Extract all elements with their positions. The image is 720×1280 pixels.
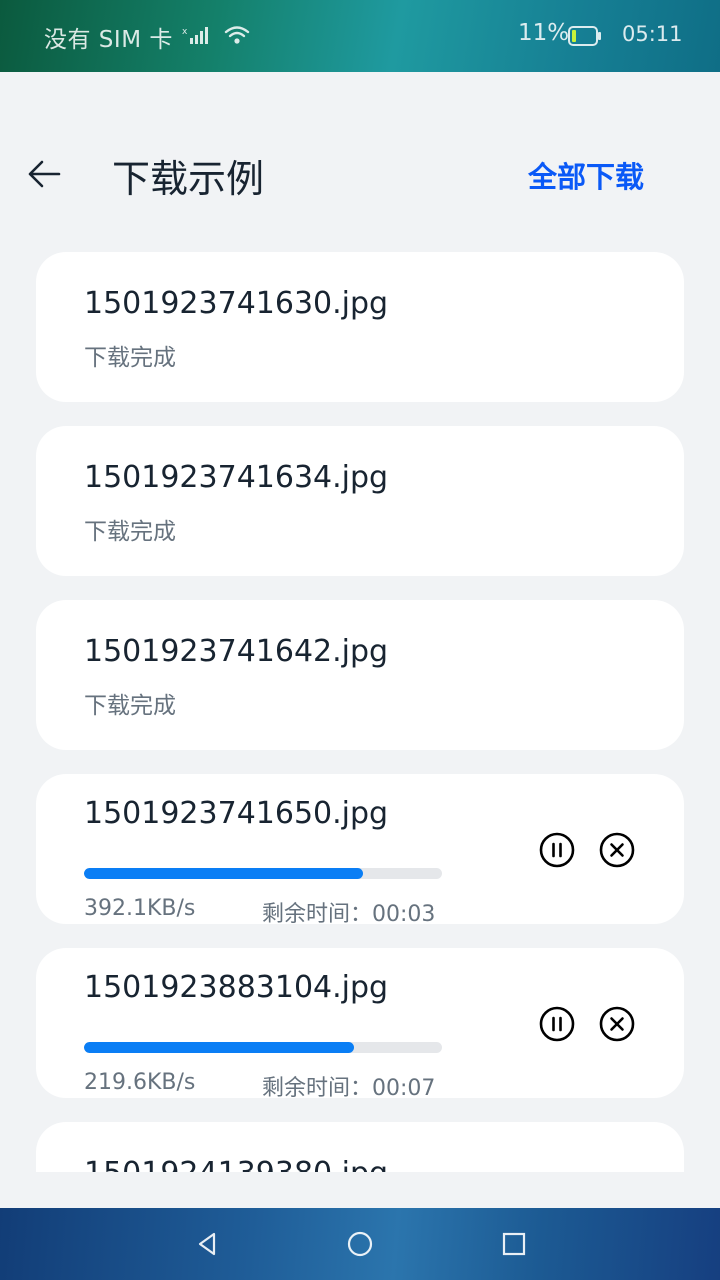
pause-circle-icon[interactable] — [537, 830, 577, 870]
navigation-bar — [0, 1208, 720, 1280]
pause-circle-icon[interactable] — [537, 1004, 577, 1044]
file-name: 1501923741642.jpg — [84, 634, 389, 669]
circle-home-icon[interactable] — [344, 1228, 376, 1260]
wifi-icon — [224, 26, 250, 44]
download-item[interactable]: 1501923741634.jpg 下载完成 — [36, 426, 684, 576]
progress-bar — [84, 1042, 442, 1053]
status-bar: 没有 SIM 卡 x 11% 05:11 — [0, 0, 720, 72]
clock: 05:11 — [622, 22, 683, 46]
file-name: 1501923741630.jpg — [84, 286, 389, 321]
download-status: 下载完成 — [84, 693, 176, 719]
svg-text:x: x — [182, 27, 188, 37]
download-item[interactable]: 1501924139380.jpg — [36, 1122, 684, 1172]
download-speed: 219.6KB/s — [84, 1070, 196, 1095]
carrier-label: 没有 SIM 卡 — [44, 27, 173, 53]
progress-bar — [84, 868, 442, 879]
download-item[interactable]: 1501923741630.jpg 下载完成 — [36, 252, 684, 402]
download-item[interactable]: 1501923741642.jpg 下载完成 — [36, 600, 684, 750]
close-circle-icon[interactable] — [597, 1004, 637, 1044]
download-list[interactable]: 1501923741630.jpg 下载完成 1501923741634.jpg… — [36, 252, 684, 1172]
arrow-left-icon — [28, 160, 61, 188]
back-button[interactable] — [22, 152, 66, 196]
progress-fill — [84, 868, 364, 879]
battery-icon — [568, 26, 601, 46]
file-name: 1501923741650.jpg — [84, 796, 389, 831]
signal-icon: x — [182, 27, 208, 44]
time-remaining: 剩余时间：00:07 — [262, 1076, 436, 1101]
download-all-button[interactable]: 全部下载 — [528, 154, 644, 196]
progress-fill — [84, 1042, 355, 1053]
download-item[interactable]: 1501923741650.jpg 392.1KB/s 剩余时间：00:03 — [36, 774, 684, 927]
download-status: 下载完成 — [84, 519, 176, 545]
close-circle-icon[interactable] — [597, 830, 637, 870]
square-recent-icon[interactable] — [498, 1228, 530, 1260]
time-remaining: 剩余时间：00:03 — [262, 902, 436, 927]
file-name: 1501923883104.jpg — [84, 970, 389, 1005]
battery-percent: 11% — [518, 20, 570, 46]
download-status: 下载完成 — [84, 345, 176, 371]
download-speed: 392.1KB/s — [84, 896, 196, 921]
file-name: 1501924139380.jpg — [84, 1156, 388, 1172]
triangle-back-icon[interactable] — [192, 1228, 224, 1260]
page-title: 下载示例 — [112, 157, 265, 201]
file-name: 1501923741634.jpg — [84, 460, 389, 495]
download-item[interactable]: 1501923883104.jpg 219.6KB/s 剩余时间：00:07 — [36, 948, 684, 1101]
